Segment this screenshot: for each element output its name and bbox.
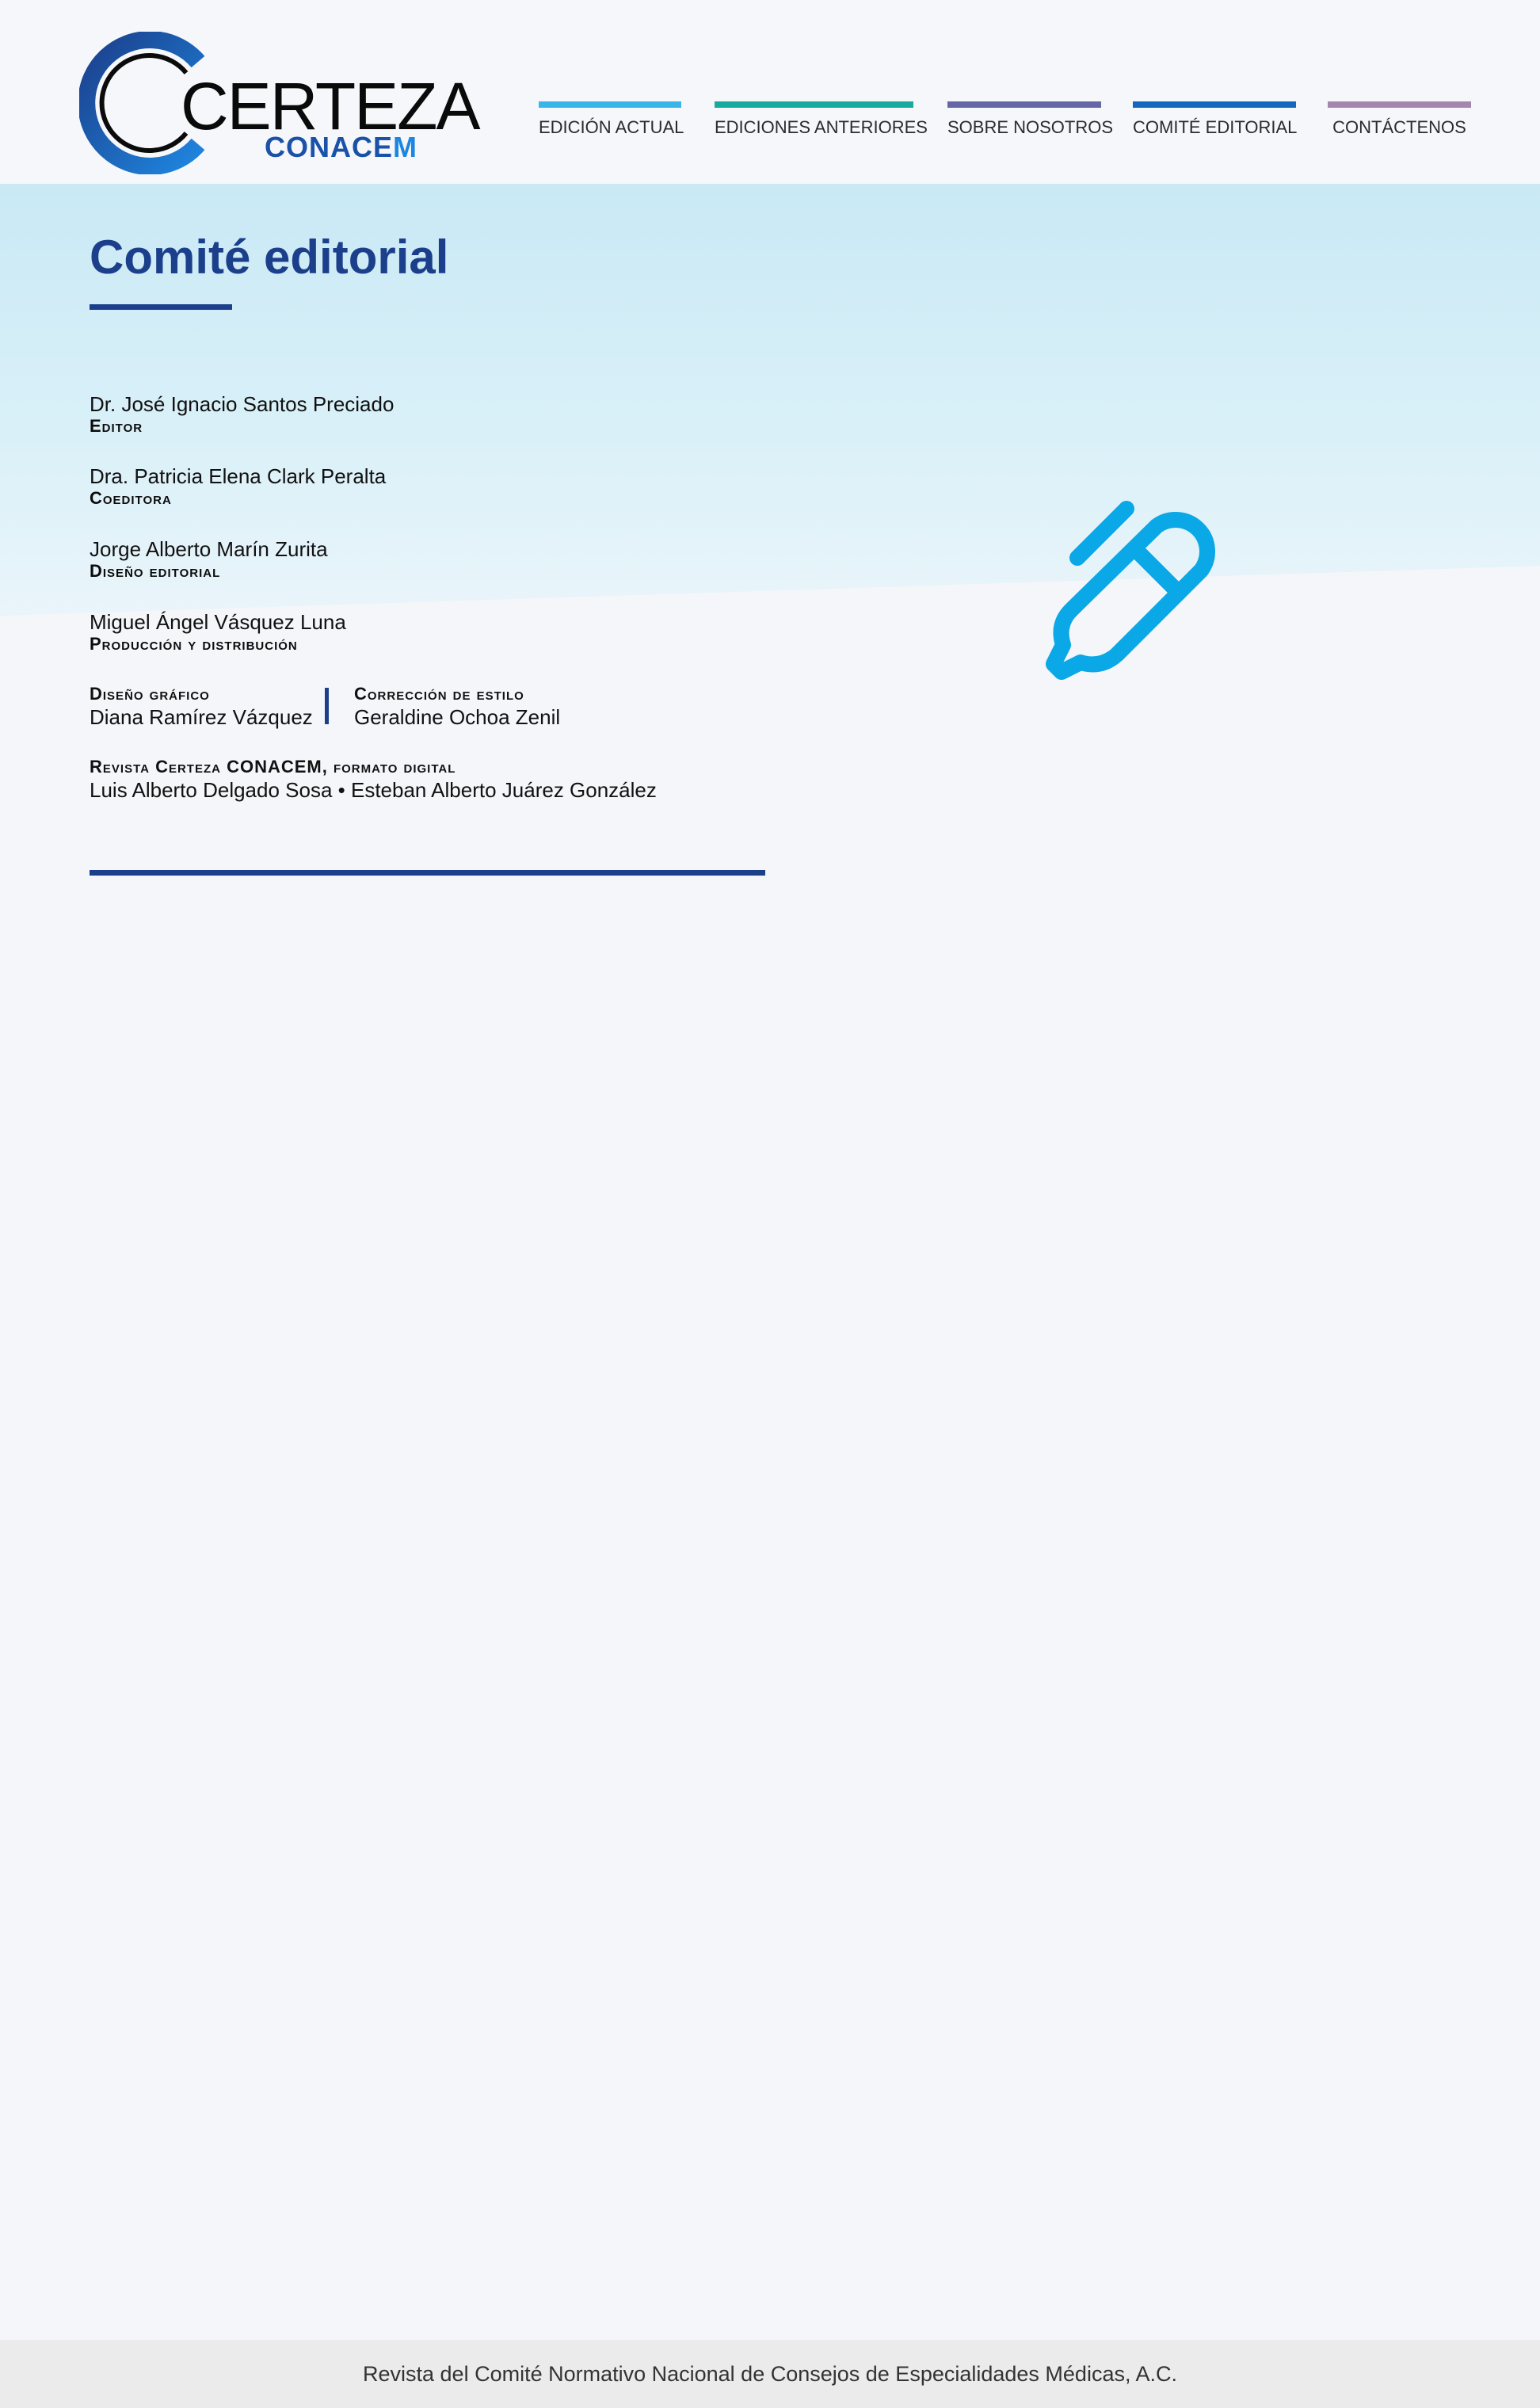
site-header: CERTEZA CONACEM EDICIÓN ACTUAL EDICIONES…: [0, 0, 1540, 184]
committee-entry: Dr. José Ignacio Santos Preciado Editor: [90, 392, 394, 437]
member-role: Coeditora: [90, 488, 172, 508]
footer-text: Revista del Comité Normativo Nacional de…: [363, 2362, 1177, 2386]
nav-bar: [947, 101, 1101, 108]
graphic-design-credit: Diseño gráfico Diana Ramírez Vázquez: [90, 683, 313, 729]
copy-editing-name: Geraldine Ochoa Zenil: [354, 705, 561, 729]
nav-bar: [715, 101, 913, 108]
nav-bar: [1133, 101, 1296, 108]
nav-item-contactenos[interactable]: CONTÁCTENOS: [1328, 101, 1471, 149]
page-title: Comité editorial: [90, 231, 449, 284]
digital-format-names: Luis Alberto Delgado Sosa • Esteban Albe…: [90, 778, 657, 802]
nav-bar: [539, 101, 681, 108]
digital-format-credit: Revista Certeza CONACEM, formato digital…: [90, 756, 657, 802]
copy-editing-role: Corrección de estilo: [354, 684, 524, 704]
digital-format-role: Revista Certeza CONACEM, formato digital: [90, 757, 456, 777]
site-footer: Revista del Comité Normativo Nacional de…: [0, 2340, 1540, 2408]
nav-bar: [1328, 101, 1471, 108]
copy-editing-credit: Corrección de estilo Geraldine Ochoa Zen…: [354, 683, 560, 729]
member-name: Miguel Ángel Vásquez Luna: [90, 610, 346, 634]
nav-label: COMITÉ EDITORIAL: [1133, 117, 1298, 137]
nav-label: SOBRE NOSOTROS: [947, 117, 1114, 137]
nav-item-ediciones-anteriores[interactable]: EDICIONES ANTERIORES: [715, 101, 928, 149]
committee-entry: Miguel Ángel Vásquez Luna Producción y d…: [90, 610, 346, 654]
committee-entry: Jorge Alberto Marín Zurita Diseño editor…: [90, 537, 328, 582]
nav-item-sobre-nosotros[interactable]: SOBRE NOSOTROS: [947, 101, 1114, 149]
nav-item-comite-editorial[interactable]: COMITÉ EDITORIAL: [1133, 101, 1298, 149]
committee-entry: Dra. Patricia Elena Clark Peralta Coedit…: [90, 464, 386, 509]
member-name: Dra. Patricia Elena Clark Peralta: [90, 464, 387, 488]
nav-label: EDICIÓN ACTUAL: [539, 117, 684, 137]
member-role: Producción y distribución: [90, 634, 298, 654]
member-name: Jorge Alberto Marín Zurita: [90, 537, 328, 561]
pen-icon-graphic: [1046, 501, 1215, 680]
member-role: Diseño editorial: [90, 561, 221, 581]
member-name: Dr. José Ignacio Santos Preciado: [90, 392, 395, 416]
nav-label: CONTÁCTENOS: [1332, 117, 1466, 137]
graphic-design-name: Diana Ramírez Vázquez: [90, 705, 313, 729]
graphic-design-role: Diseño gráfico: [90, 684, 210, 704]
main-nav: EDICIÓN ACTUAL EDICIONES ANTERIORES SOBR…: [0, 101, 1540, 149]
column-divider: [325, 688, 329, 724]
nav-item-edicion-actual[interactable]: EDICIÓN ACTUAL: [539, 101, 684, 149]
member-role: Editor: [90, 416, 143, 436]
nav-label: EDICIONES ANTERIORES: [715, 117, 928, 137]
section-divider: [90, 870, 765, 876]
title-underline: [90, 304, 232, 310]
pen-icon: [1014, 485, 1228, 699]
